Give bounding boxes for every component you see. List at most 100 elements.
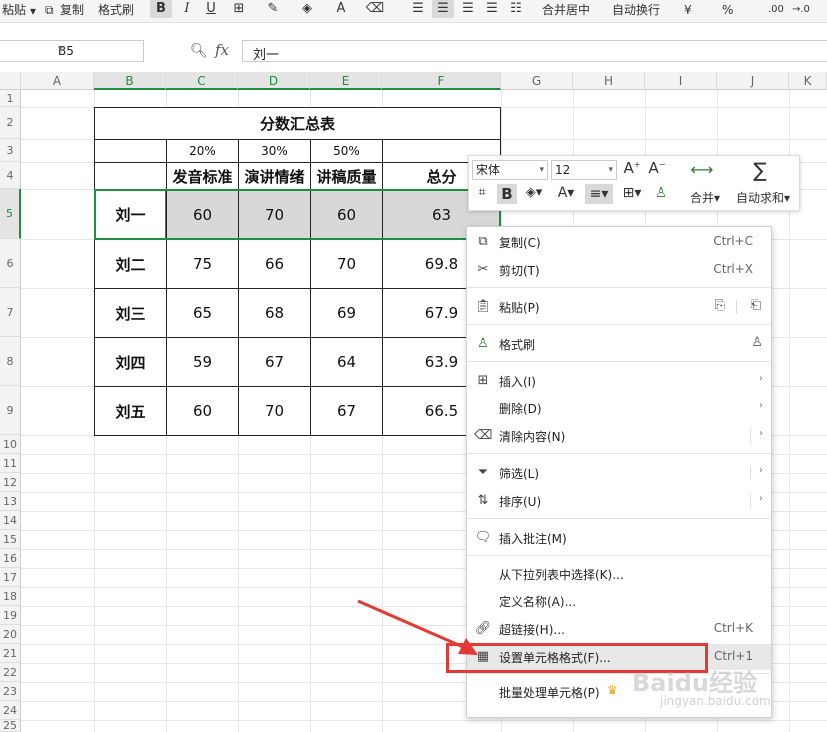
- border-icon[interactable]: ⊞▾: [619, 185, 645, 201]
- name-cell[interactable]: 刘二: [94, 239, 167, 289]
- row-header[interactable]: 10: [0, 435, 21, 454]
- merge-button[interactable]: 合并▾: [687, 189, 723, 206]
- menu-item-format-painter[interactable]: ♙ 格式刷 ♙: [467, 331, 771, 357]
- score-cell[interactable]: 60: [310, 189, 383, 240]
- name-cell[interactable]: 刘五: [94, 386, 167, 436]
- column-header-h[interactable]: H: [573, 72, 645, 90]
- row-header[interactable]: 5: [0, 189, 21, 239]
- score-cell[interactable]: 75: [166, 239, 239, 289]
- row-header[interactable]: 12: [0, 473, 21, 492]
- menu-item-define-name[interactable]: 定义名称(A)...: [467, 588, 771, 614]
- align-left-icon[interactable]: ☰: [408, 0, 428, 18]
- menu-item-paste[interactable]: 📋︎ 粘贴(P) ⎘ ⎗: [467, 294, 771, 320]
- score-cell[interactable]: 68: [238, 288, 311, 338]
- header-cell[interactable]: 讲稿质量: [310, 162, 383, 190]
- table-cell[interactable]: [94, 139, 167, 163]
- menu-item-delete[interactable]: 删除(D) ›: [467, 395, 771, 421]
- decrease-decimal-icon[interactable]: →.0: [792, 2, 810, 18]
- score-cell[interactable]: 67: [238, 337, 311, 387]
- chevron-down-icon[interactable]: ▾: [58, 44, 139, 54]
- row-header[interactable]: 7: [0, 288, 21, 337]
- score-cell[interactable]: 70: [238, 386, 311, 436]
- row-header[interactable]: 14: [0, 511, 21, 530]
- menu-item-cut[interactable]: ✂ 剪切(T) Ctrl+X: [467, 257, 771, 283]
- menu-item-insert-comment[interactable]: 🗨︎ 插入批注(M): [467, 525, 771, 551]
- menu-item-insert[interactable]: ⊞ 插入(I) ›: [467, 368, 771, 394]
- column-header-d[interactable]: D: [238, 72, 310, 90]
- row-header[interactable]: 15: [0, 530, 21, 549]
- font-color-icon[interactable]: A▾: [555, 185, 577, 201]
- score-cell[interactable]: 70: [310, 239, 383, 289]
- italic-button[interactable]: I: [178, 0, 196, 18]
- select-all-corner[interactable]: [0, 72, 21, 90]
- underline-button[interactable]: U: [202, 0, 220, 18]
- score-cell[interactable]: 69: [310, 288, 383, 338]
- row-header[interactable]: 8: [0, 337, 21, 386]
- row-header[interactable]: 13: [0, 492, 21, 511]
- format-painter-button[interactable]: 格式刷: [98, 2, 134, 18]
- function-icon[interactable]: fx: [215, 41, 229, 59]
- zoom-icon[interactable]: 🔍︎: [190, 43, 208, 59]
- menu-item-pick-from-list[interactable]: 从下拉列表中选择(K)...: [467, 561, 771, 587]
- align-center-icon[interactable]: ≡▾: [585, 184, 613, 204]
- table-cell[interactable]: [94, 162, 167, 190]
- header-cell[interactable]: 发音标准: [166, 162, 239, 190]
- score-cell[interactable]: 64: [310, 337, 383, 387]
- formula-input[interactable]: 刘一: [242, 40, 827, 63]
- sigma-icon[interactable]: ∑: [747, 158, 773, 182]
- column-header-i[interactable]: I: [645, 72, 717, 90]
- row-header[interactable]: 24: [0, 701, 21, 720]
- weight-cell[interactable]: 50%: [310, 139, 383, 163]
- format-painter-lock-icon[interactable]: ♙: [751, 335, 763, 350]
- score-cell[interactable]: 66: [238, 239, 311, 289]
- wrap-text-button[interactable]: 自动换行: [612, 2, 660, 18]
- paste-values-icon[interactable]: ⎗: [751, 298, 761, 313]
- row-header[interactable]: 3: [0, 139, 21, 162]
- score-cell[interactable]: 65: [166, 288, 239, 338]
- merge-center-button[interactable]: 合并居中: [542, 2, 590, 18]
- menu-item-copy[interactable]: ⧉ 复制(C) Ctrl+C: [467, 229, 771, 255]
- bold-button[interactable]: B: [497, 184, 517, 204]
- percent-button[interactable]: %: [722, 2, 733, 18]
- autosum-button[interactable]: 自动求和▾: [733, 189, 793, 206]
- menu-item-sort[interactable]: ⇅ 排序(U) ›: [467, 488, 771, 514]
- score-cell[interactable]: 60: [166, 189, 239, 240]
- row-header[interactable]: 2: [0, 107, 21, 139]
- name-cell-selected[interactable]: 刘一: [94, 189, 167, 240]
- name-cell[interactable]: 刘三: [94, 288, 167, 338]
- name-cell[interactable]: 刘四: [94, 337, 167, 387]
- name-box[interactable]: B5 ▾: [0, 40, 144, 62]
- decrease-font-icon[interactable]: A−: [647, 159, 667, 177]
- paste-button[interactable]: 粘贴: [2, 2, 26, 18]
- align-right-icon[interactable]: ☰: [458, 0, 478, 18]
- score-cell[interactable]: 67: [310, 386, 383, 436]
- menu-item-filter[interactable]: ⏷ 筛选(L) ›: [467, 460, 771, 486]
- column-header-k[interactable]: K: [789, 72, 827, 90]
- header-cell[interactable]: 演讲情绪: [238, 162, 311, 190]
- bold-button[interactable]: B: [150, 0, 172, 18]
- distributed-icon[interactable]: ☷: [506, 0, 526, 18]
- weight-cell[interactable]: 20%: [166, 139, 239, 163]
- row-header[interactable]: 22: [0, 663, 21, 682]
- row-header[interactable]: 1: [0, 90, 21, 107]
- fill-color-icon[interactable]: ✎: [262, 0, 284, 18]
- increase-decimal-icon[interactable]: .00: [768, 2, 784, 18]
- row-header[interactable]: 18: [0, 587, 21, 606]
- column-header-c[interactable]: C: [166, 72, 238, 90]
- row-header[interactable]: 11: [0, 454, 21, 473]
- row-header[interactable]: 4: [0, 162, 21, 189]
- chevron-down-icon[interactable]: ▾: [30, 3, 36, 19]
- fill-bucket-icon[interactable]: ◈▾: [523, 185, 545, 200]
- column-header-a[interactable]: A: [21, 72, 94, 90]
- score-cell[interactable]: 59: [166, 337, 239, 387]
- table-title[interactable]: 分数汇总表: [94, 107, 501, 140]
- row-header[interactable]: 20: [0, 625, 21, 644]
- row-header[interactable]: 21: [0, 644, 21, 663]
- row-header[interactable]: 9: [0, 386, 21, 435]
- score-cell[interactable]: 60: [166, 386, 239, 436]
- fill-bucket-icon[interactable]: ◈: [296, 0, 318, 18]
- eraser-icon[interactable]: ⌫: [364, 0, 386, 18]
- increase-font-icon[interactable]: A+: [622, 159, 642, 177]
- menu-item-hyperlink[interactable]: 🔗︎ 超链接(H)... Ctrl+K: [467, 616, 771, 642]
- column-header-j[interactable]: J: [717, 72, 789, 90]
